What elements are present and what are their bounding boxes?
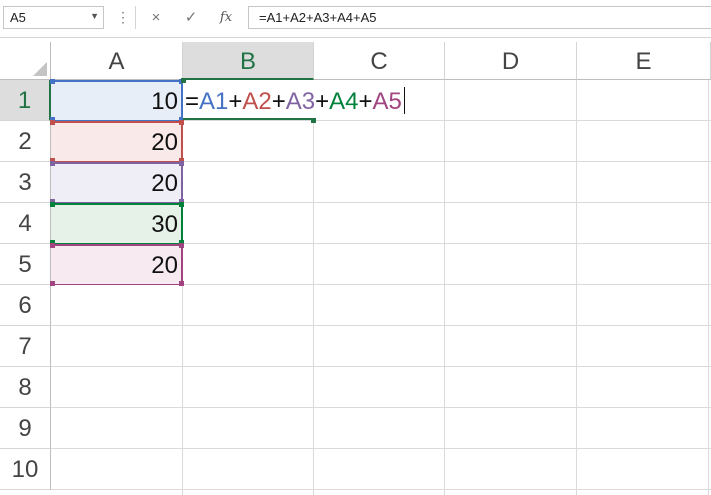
text-cursor <box>403 87 405 114</box>
column-gridline <box>313 80 314 495</box>
formula-operator: + <box>358 88 373 115</box>
row-header-4[interactable]: 4 <box>0 203 51 244</box>
chevron-down-icon[interactable]: ▼ <box>90 11 99 21</box>
insert-function-icon[interactable]: fx <box>212 6 240 29</box>
formula-ref-a5: A5 <box>372 88 402 115</box>
column-gridline <box>444 80 445 495</box>
row-gridline <box>51 325 711 326</box>
formula-operator: = <box>185 88 200 115</box>
select-all-corner[interactable] <box>0 42 51 80</box>
row-gridline <box>51 407 711 408</box>
row-header-9[interactable]: 9 <box>0 408 51 449</box>
formula-bar-area: A5 ▼ ⋮ × ✓ fx =A1+A2+A3+A4+A5 <box>0 0 711 37</box>
formula-ref-a4: A4 <box>329 88 359 115</box>
row-gridline <box>51 366 711 367</box>
row-header-3[interactable]: 3 <box>0 162 51 203</box>
formula-bar-buttons: × ✓ fx <box>135 6 246 29</box>
formula-ref-a2: A2 <box>242 88 272 115</box>
row-gridline <box>51 448 711 449</box>
formula-ref-a1: A1 <box>199 88 229 115</box>
enter-check-icon[interactable]: ✓ <box>177 6 205 29</box>
name-box[interactable]: A5 ▼ <box>3 6 104 29</box>
cell-a5[interactable]: 20 <box>51 244 183 285</box>
column-header-a[interactable]: A <box>51 42 183 80</box>
formula-ref-a3: A3 <box>285 88 316 115</box>
cell-a3[interactable]: 20 <box>51 162 183 203</box>
column-header-b[interactable]: B <box>183 42 314 80</box>
formula-input[interactable]: =A1+A2+A3+A4+A5 <box>248 6 711 29</box>
in-cell-formula[interactable]: =A1+A2+A3+A4+A5 <box>185 80 405 120</box>
formula-text: =A1+A2+A3+A4+A5 <box>259 10 377 25</box>
row-header-8[interactable]: 8 <box>0 367 51 408</box>
cell-a4[interactable]: 30 <box>51 203 183 244</box>
formula-operator: + <box>315 88 330 115</box>
row-header-5[interactable]: 5 <box>0 244 51 285</box>
cell-a1[interactable]: 10 <box>51 80 183 121</box>
row-header-10[interactable]: 10 <box>0 449 51 490</box>
cell-a2[interactable]: 20 <box>51 121 183 162</box>
cancel-icon[interactable]: × <box>142 6 170 29</box>
vertical-dots-icon[interactable]: ⋮ <box>116 6 130 29</box>
row-gridline <box>51 489 711 490</box>
column-gridline <box>576 80 577 495</box>
formula-operator: + <box>228 88 243 115</box>
column-header-e[interactable]: E <box>577 42 711 80</box>
row-header-7[interactable]: 7 <box>0 326 51 367</box>
column-header-d[interactable]: D <box>445 42 577 80</box>
column-gridline <box>708 80 709 495</box>
row-header-1[interactable]: 1 <box>0 80 51 121</box>
column-header-c[interactable]: C <box>314 42 445 80</box>
corner-triangle-icon <box>33 62 47 76</box>
worksheet-grid[interactable]: ABCDE 1 2 3 4 5 6 7 8 9 10 10 20 20 30 20 =A1+A2+A3+A… <box>0 38 711 495</box>
name-box-value: A5 <box>10 10 26 25</box>
row-header-2[interactable]: 2 <box>0 121 51 162</box>
row-header-6[interactable]: 6 <box>0 285 51 326</box>
formula-operator: + <box>271 88 286 115</box>
